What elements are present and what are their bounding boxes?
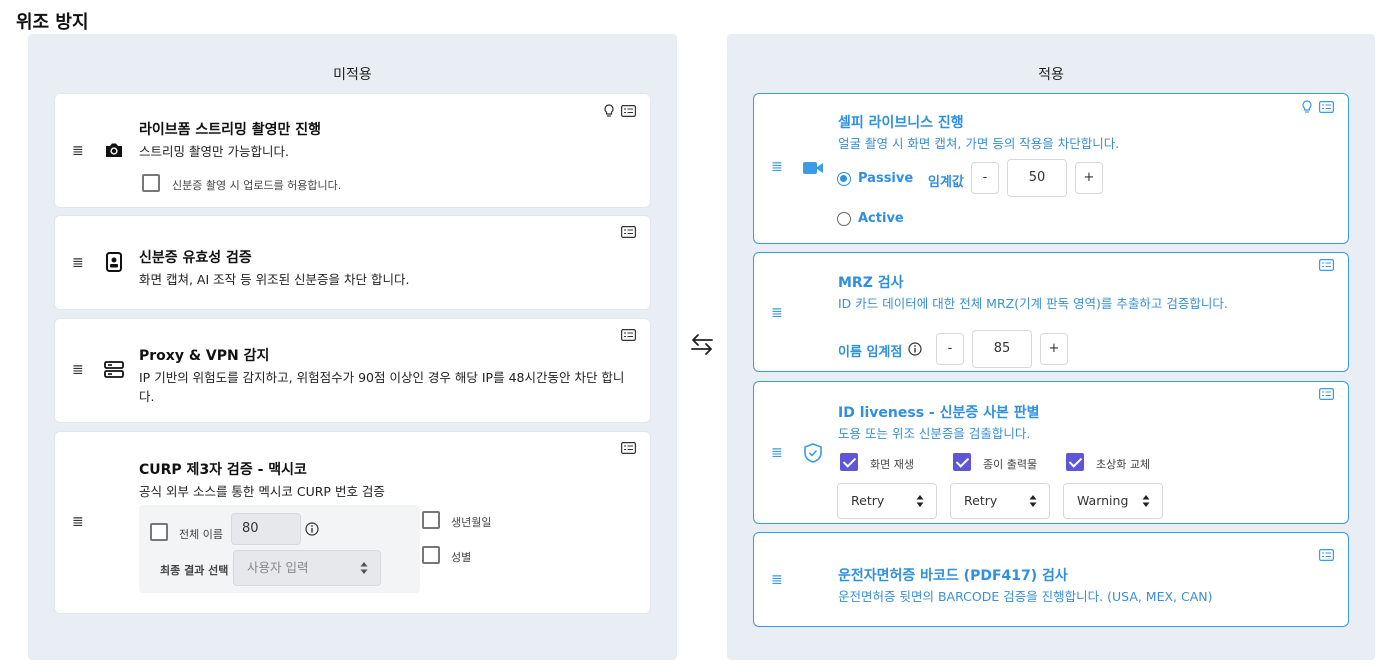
drag-handle-icon[interactable]: ≣ [72, 363, 86, 377]
active-radio[interactable] [837, 212, 851, 226]
id-card-icon [106, 252, 122, 272]
unapplied-panel-title: 미적용 [333, 67, 372, 83]
threshold-value-input[interactable]: 50 [1007, 159, 1067, 197]
applied-panel-title: 적용 [1038, 67, 1064, 83]
card-title: MRZ 검사 [838, 275, 904, 291]
name-threshold-increment-button[interactable]: + [1040, 333, 1068, 365]
sort-arrows-icon [1029, 495, 1037, 507]
card-title: 운전자면허증 바코드 (PDF417) 검사 [838, 568, 1068, 584]
card-curp[interactable]: ≣ CURP 제3자 검증 - 맥시코 공식 외부 소스를 통한 멕시코 CUR… [54, 431, 651, 614]
page-title: 위조 방지 [16, 12, 89, 33]
unapplied-panel: 미적용 ≣ 라이브폼 스트리밍 촬영만 진행 스트리밍 촬영만 가능합니다. 신… [28, 34, 677, 660]
select-value: Warning [1077, 493, 1129, 508]
applied-panel: 적용 ≣ 셀피 라이브니스 진행 얼굴 촬영 시 화면 캡쳐, 가면 등의 작용… [727, 34, 1375, 660]
card-title: 신분증 유효성 검증 [139, 250, 252, 266]
final-result-label: 최종 결과 선택 [160, 564, 229, 577]
card-live-stream[interactable]: ≣ 라이브폼 스트리밍 촬영만 진행 스트리밍 촬영만 가능합니다. 신분증 촬… [54, 93, 651, 208]
gender-label: 성별 [451, 551, 472, 564]
screen-replay-action-select[interactable]: Retry [837, 483, 937, 519]
card-description: IP 기반의 위험도를 감지하고, 위험점수가 90점 이상인 경우 해당 IP… [139, 370, 625, 404]
select-value: Retry [851, 493, 885, 508]
sort-arrows-icon [360, 562, 368, 574]
card-mrz[interactable]: ≣ MRZ 검사 ID 카드 데이터에 대한 전체 MRZ(기계 판독 영역)를… [753, 252, 1349, 372]
full-name-threshold-input[interactable]: 80 [231, 513, 301, 545]
card-description: 공식 외부 소스를 통한 멕시코 CURP 번호 검증 [139, 484, 385, 499]
card-description: 운전면허증 뒷면의 BARCODE 검증을 진행합니다. (USA, MEX, … [838, 589, 1213, 604]
paper-print-action-select[interactable]: Retry [950, 483, 1050, 519]
camera-icon [106, 143, 122, 157]
card-description: ID 카드 데이터에 대한 전체 MRZ(기계 판독 영역)를 추출하고 검증합… [838, 296, 1228, 311]
card-proxy-vpn[interactable]: ≣ Proxy & VPN 감지 IP 기반의 위험도를 감지하고, 위험점수가… [54, 318, 651, 423]
drag-handle-icon[interactable]: ≣ [771, 446, 785, 460]
drag-handle-icon[interactable]: ≣ [72, 515, 86, 529]
drag-handle-icon[interactable]: ≣ [72, 256, 86, 270]
screen-replay-checkbox[interactable] [840, 453, 858, 471]
card-description: 스트리밍 촬영만 가능합니다. [139, 144, 289, 159]
details-icon[interactable] [1319, 388, 1334, 400]
birthdate-label: 생년월일 [451, 516, 492, 529]
gender-checkbox[interactable] [422, 546, 440, 564]
card-title: ID liveness - 신분증 사본 판별 [838, 405, 1040, 421]
details-icon[interactable] [621, 442, 636, 454]
full-name-label: 전체 이름 [179, 528, 223, 541]
details-icon[interactable] [1319, 549, 1334, 561]
details-icon[interactable] [621, 329, 636, 341]
card-title: Proxy & VPN 감지 [139, 348, 270, 364]
passive-radio[interactable] [837, 172, 851, 186]
card-description: 도용 또는 위조 신분증을 검출합니다. [838, 426, 1031, 441]
info-icon[interactable] [908, 342, 922, 356]
final-result-select-value: 사용자 입력 [247, 560, 309, 575]
card-description: 화면 캡쳐, AI 조작 등 위조된 신분증을 차단 합니다. [139, 272, 410, 287]
sort-arrows-icon [916, 495, 924, 507]
info-icon[interactable] [305, 522, 319, 536]
passive-label: Passive [858, 171, 914, 186]
active-label: Active [858, 211, 904, 226]
details-icon[interactable] [621, 105, 636, 117]
details-icon[interactable] [1319, 101, 1334, 113]
threshold-increment-button[interactable]: + [1075, 162, 1103, 194]
card-barcode[interactable]: ≣ 운전자면허증 바코드 (PDF417) 검사 운전면허증 뒷면의 BARCO… [753, 532, 1349, 627]
shield-check-icon [804, 443, 822, 463]
threshold-decrement-button[interactable]: - [971, 162, 999, 194]
screen-replay-label: 화면 재생 [870, 458, 914, 471]
threshold-label: 임계값 [928, 175, 964, 190]
card-id-validity[interactable]: ≣ 신분증 유효성 검증 화면 캡쳐, AI 조작 등 위조된 신분증을 차단 … [54, 215, 651, 310]
allow-upload-label: 신분증 촬영 시 업로드를 허용합니다. [172, 179, 342, 192]
drag-handle-icon[interactable]: ≣ [72, 144, 86, 158]
card-id-liveness[interactable]: ≣ ID liveness - 신분증 사본 판별 도용 또는 위조 신분증을 … [753, 381, 1349, 524]
select-value: Retry [964, 493, 998, 508]
curp-options-box: 전체 이름 80 최종 결과 선택 사용자 입력 [139, 505, 420, 593]
paper-print-label: 종이 출력물 [983, 458, 1038, 471]
paper-print-checkbox[interactable] [953, 453, 971, 471]
card-description: 얼굴 촬영 시 화면 캡쳐, 가면 등의 작용을 차단합니다. [838, 136, 1120, 151]
card-selfie-liveness[interactable]: ≣ 셀피 라이브니스 진행 얼굴 촬영 시 화면 캡쳐, 가면 등의 작용을 차… [753, 93, 1349, 244]
details-icon[interactable] [1319, 259, 1334, 271]
lightbulb-icon[interactable] [1301, 100, 1313, 114]
drag-handle-icon[interactable]: ≣ [771, 160, 785, 174]
lightbulb-icon[interactable] [603, 104, 615, 118]
card-title: 셀피 라이브니스 진행 [838, 115, 964, 131]
video-camera-icon [803, 162, 823, 174]
card-title: 라이브폼 스트리밍 촬영만 진행 [139, 122, 322, 138]
server-icon [104, 361, 124, 378]
portrait-swap-label: 초상화 교체 [1096, 458, 1151, 471]
name-threshold-label: 이름 임계점 [838, 345, 903, 360]
portrait-swap-action-select[interactable]: Warning [1063, 483, 1163, 519]
swap-arrows-icon[interactable] [689, 330, 715, 358]
drag-handle-icon[interactable]: ≣ [771, 573, 785, 587]
sort-arrows-icon [1142, 495, 1150, 507]
drag-handle-icon[interactable]: ≣ [771, 306, 785, 320]
allow-upload-checkbox[interactable] [142, 174, 160, 192]
final-result-select[interactable]: 사용자 입력 [233, 550, 381, 586]
name-threshold-value-input[interactable]: 85 [972, 330, 1032, 368]
birthdate-checkbox[interactable] [422, 511, 440, 529]
portrait-swap-checkbox[interactable] [1066, 453, 1084, 471]
name-threshold-decrement-button[interactable]: - [936, 333, 964, 365]
full-name-checkbox[interactable] [150, 523, 168, 541]
details-icon[interactable] [621, 226, 636, 238]
card-title: CURP 제3자 검증 - 맥시코 [139, 462, 307, 478]
